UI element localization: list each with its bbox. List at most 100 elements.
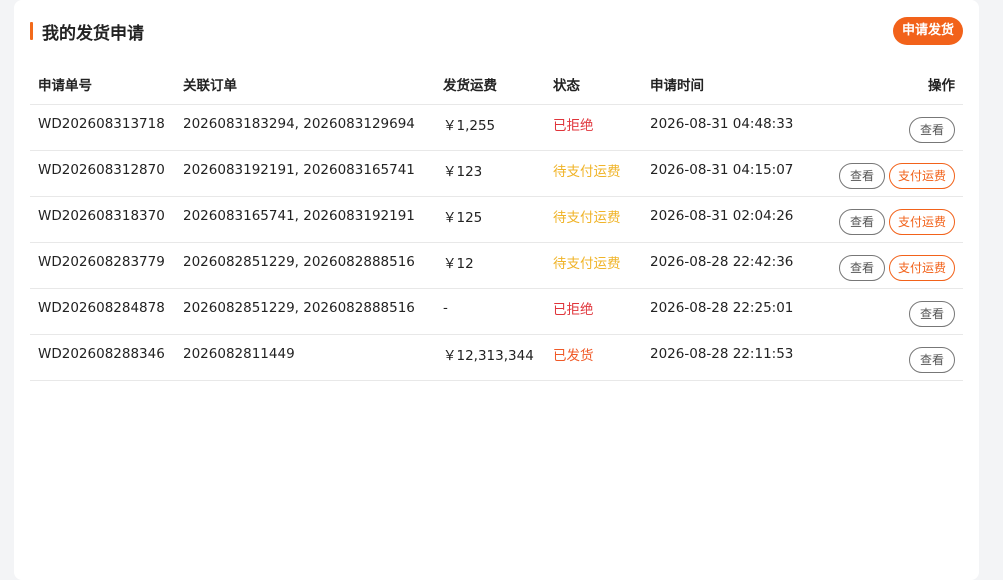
- related-orders: 2026083183294, 2026083129694: [183, 115, 415, 132]
- related-orders: 2026083165741, 2026083192191: [183, 207, 415, 224]
- page-title: 我的发货申请: [42, 24, 144, 44]
- status-text: 待支付运费: [553, 255, 621, 272]
- related-orders: 2026083192191, 2026083165741: [183, 161, 415, 178]
- cell-actions: 查看: [830, 104, 963, 151]
- row-actions: 查看 支付运费: [830, 208, 963, 235]
- cell-request-id: WD202608318370: [30, 196, 183, 243]
- request-id: WD202608313718: [38, 115, 165, 132]
- table-header-row: 申请单号 关联订单 发货运费 状态 申请时间 操作: [30, 64, 963, 105]
- pay-fee-button[interactable]: 支付运费: [888, 254, 955, 281]
- request-id: WD202608312870: [38, 161, 165, 178]
- cell-orders: 2026082851229, 2026082888516: [183, 288, 443, 335]
- request-id: WD202608284878: [38, 299, 165, 316]
- request-id: WD202608283779: [38, 253, 165, 270]
- cell-time: 2026-08-28 22:42:36: [650, 242, 830, 289]
- cell-request-id: WD202608313718: [30, 104, 183, 151]
- shipping-fee: ￥125: [443, 209, 483, 226]
- cell-status: 已拒绝: [553, 104, 650, 151]
- cell-status: 已发货: [553, 334, 650, 381]
- header-fee: 发货运费: [443, 64, 553, 105]
- table-row: WD202608283779 2026082851229, 2026082888…: [30, 242, 963, 289]
- request-time: 2026-08-28 22:11:53: [650, 345, 794, 362]
- pay-fee-button[interactable]: 支付运费: [888, 162, 955, 189]
- cell-request-id: WD202608283779: [30, 242, 183, 289]
- cell-actions: 查看 支付运费: [830, 196, 963, 243]
- cell-orders: 2026082851229, 2026082888516: [183, 242, 443, 289]
- row-actions: 查看: [830, 300, 963, 327]
- row-actions: 查看: [830, 116, 963, 143]
- header-actions: 操作: [830, 64, 963, 105]
- cell-request-id: WD202608284878: [30, 288, 183, 335]
- related-orders: 2026082851229, 2026082888516: [183, 299, 415, 316]
- cell-actions: 查看: [830, 334, 963, 381]
- pay-fee-button[interactable]: 支付运费: [888, 208, 955, 235]
- view-button[interactable]: 查看: [908, 116, 955, 143]
- status-text: 已发货: [553, 347, 594, 364]
- table-row: WD202608288346 2026082811449 ￥12,313,344…: [30, 334, 963, 381]
- request-time: 2026-08-31 04:15:07: [650, 161, 794, 178]
- related-orders: 2026082811449: [183, 345, 295, 362]
- cell-status: 待支付运费: [553, 196, 650, 243]
- cell-time: 2026-08-28 22:11:53: [650, 334, 830, 381]
- view-button[interactable]: 查看: [838, 208, 885, 235]
- row-actions: 查看 支付运费: [830, 162, 963, 189]
- cell-request-id: WD202608288346: [30, 334, 183, 381]
- cell-orders: 2026083192191, 2026083165741: [183, 150, 443, 197]
- cell-fee: ￥123: [443, 150, 553, 197]
- shipping-fee: ￥12: [443, 255, 474, 272]
- cell-status: 已拒绝: [553, 288, 650, 335]
- table-row: WD202608284878 2026082851229, 2026082888…: [30, 288, 963, 335]
- cell-orders: 2026083165741, 2026083192191: [183, 196, 443, 243]
- status-text: 待支付运费: [553, 209, 621, 226]
- header-time: 申请时间: [650, 64, 830, 105]
- card-header: 我的发货申请 申请发货: [30, 17, 963, 47]
- status-text: 待支付运费: [553, 163, 621, 180]
- cell-request-id: WD202608312870: [30, 150, 183, 197]
- cell-actions: 查看: [830, 288, 963, 335]
- header-status: 状态: [553, 64, 650, 105]
- table-row: WD202608312870 2026083192191, 2026083165…: [30, 150, 963, 197]
- cell-fee: ￥12,313,344: [443, 334, 553, 381]
- row-actions: 查看 支付运费: [830, 254, 963, 281]
- view-button[interactable]: 查看: [908, 346, 955, 373]
- cell-fee: ￥1,255: [443, 104, 553, 151]
- apply-shipping-button[interactable]: 申请发货: [892, 17, 963, 45]
- cell-time: 2026-08-28 22:25:01: [650, 288, 830, 335]
- header-request-id: 申请单号: [30, 64, 183, 105]
- view-button[interactable]: 查看: [838, 162, 885, 189]
- shipping-fee: -: [443, 299, 448, 316]
- cell-actions: 查看 支付运费: [830, 242, 963, 289]
- view-button[interactable]: 查看: [838, 254, 885, 281]
- cell-time: 2026-08-31 04:15:07: [650, 150, 830, 197]
- request-time: 2026-08-28 22:25:01: [650, 299, 794, 316]
- cell-fee: ￥125: [443, 196, 553, 243]
- shipping-fee: ￥1,255: [443, 117, 496, 134]
- shipping-requests-table: 申请单号 关联订单 发货运费 状态 申请时间 操作 WD202608313718…: [30, 64, 963, 381]
- header-actions-label: 操作: [928, 78, 955, 94]
- cell-status: 待支付运费: [553, 242, 650, 289]
- request-id: WD202608318370: [38, 207, 165, 224]
- view-button[interactable]: 查看: [908, 300, 955, 327]
- cell-actions: 查看 支付运费: [830, 150, 963, 197]
- table-row: WD202608313718 2026083183294, 2026083129…: [30, 104, 963, 151]
- status-text: 已拒绝: [553, 301, 594, 318]
- request-id: WD202608288346: [38, 345, 165, 362]
- row-actions: 查看: [830, 346, 963, 373]
- table-row: WD202608318370 2026083165741, 2026083192…: [30, 196, 963, 243]
- header-orders: 关联订单: [183, 64, 443, 105]
- status-text: 已拒绝: [553, 117, 594, 134]
- cell-fee: ￥12: [443, 242, 553, 289]
- shipping-fee: ￥123: [443, 163, 483, 180]
- related-orders: 2026082851229, 2026082888516: [183, 253, 415, 270]
- request-time: 2026-08-31 04:48:33: [650, 115, 794, 132]
- request-time: 2026-08-28 22:42:36: [650, 253, 794, 270]
- title-accent-bar: [30, 22, 33, 40]
- cell-time: 2026-08-31 02:04:26: [650, 196, 830, 243]
- cell-orders: 2026082811449: [183, 334, 443, 381]
- shipping-fee: ￥12,313,344: [443, 347, 534, 364]
- cell-time: 2026-08-31 04:48:33: [650, 104, 830, 151]
- cell-orders: 2026083183294, 2026083129694: [183, 104, 443, 151]
- request-time: 2026-08-31 02:04:26: [650, 207, 794, 224]
- cell-fee: -: [443, 288, 553, 335]
- shipping-requests-card: 我的发货申请 申请发货 申请单号 关联订单 发货运费 状态 申请时间 操作 WD…: [14, 0, 979, 580]
